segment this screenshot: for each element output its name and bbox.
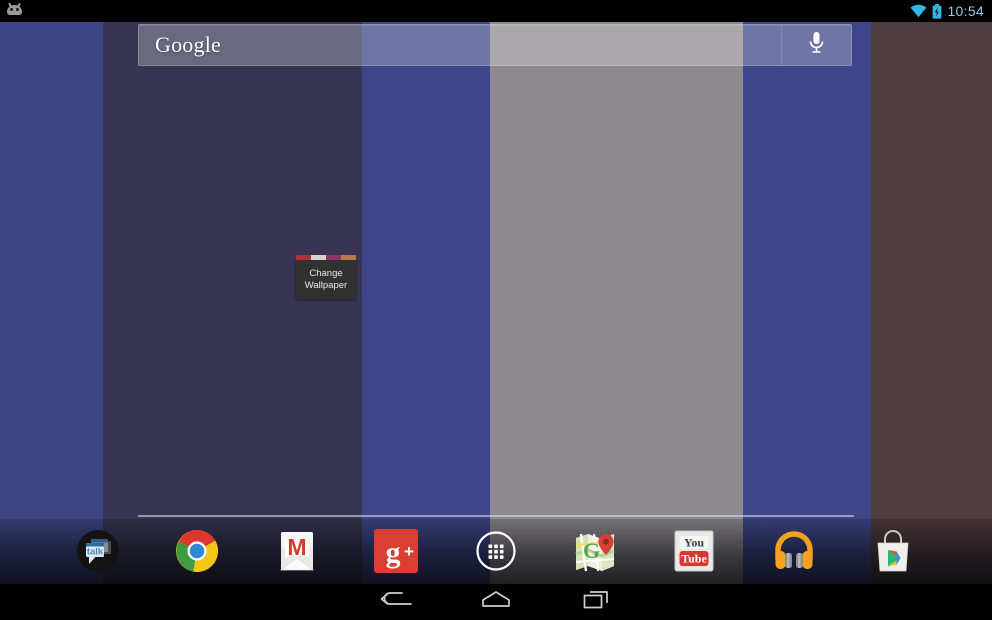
youtube-icon: You Tube [672,528,716,574]
google-plus-icon: g + [374,529,418,573]
band-brown [871,22,992,584]
nav-home-button[interactable] [461,584,531,620]
band-dark-navy [103,22,362,584]
android-head-icon [6,3,23,15]
dock-item-google-plus[interactable]: g + [370,525,422,577]
system-status-area[interactable]: 10:54 [910,0,984,22]
svg-text:M: M [287,534,306,560]
strip-segment-0 [296,255,311,260]
home-icon [481,590,511,615]
svg-text:You: You [684,536,704,550]
change-wallpaper-line2: Wallpaper [305,280,347,292]
battery-charging-icon [932,4,942,19]
svg-text:G: G [583,538,600,563]
change-wallpaper-label-box: Change Wallpaper [296,260,356,299]
dock-divider [138,515,854,517]
status-clock: 10:54 [947,0,984,22]
voice-search-button[interactable] [781,25,851,65]
all-apps-icon [473,528,519,574]
back-arrow-icon [380,590,412,615]
strip-segment-1 [311,255,326,260]
dock-item-chrome[interactable] [171,525,223,577]
dock-item-youtube[interactable]: You Tube [668,525,720,577]
google-search-widget[interactable]: Google [138,24,852,66]
strip-segment-3 [341,255,356,260]
status-bar[interactable]: 10:54 [0,0,992,22]
nav-recent-button[interactable] [561,584,631,620]
dock-item-all-apps[interactable] [470,525,522,577]
chrome-icon [174,528,220,574]
microphone-icon [808,31,825,60]
dock-item-talk[interactable]: talk [72,525,124,577]
strip-segment-2 [326,255,341,260]
play-store-icon [871,528,915,574]
dock-item-gmail[interactable]: M [271,525,323,577]
talk-icon: talk [74,527,122,575]
gmail-icon: M [275,528,319,574]
svg-text:+: + [404,542,414,561]
band-indigo-left [0,22,103,584]
dock: talk [0,519,992,584]
svg-text:talk: talk [87,547,104,558]
change-wallpaper-line1: Change [309,268,342,280]
headphones-icon [771,529,817,573]
svg-text:g: g [386,536,401,569]
wallpaper-color-strip [296,255,356,260]
maps-icon: G [572,528,618,574]
wallpaper[interactable] [0,22,992,584]
dock-item-play-music[interactable] [768,525,820,577]
band-indigo-mid [362,22,490,584]
dock-item-maps[interactable]: G [569,525,621,577]
band-gray [490,22,743,584]
recent-apps-icon [583,590,609,615]
android-home-screen: Google Change Wallpaper [0,0,992,620]
navigation-bar [0,584,992,620]
nav-back-button[interactable] [361,584,431,620]
dock-item-play-store[interactable] [867,525,919,577]
change-wallpaper-widget[interactable]: Change Wallpaper [296,255,356,299]
search-brand-label: Google [155,32,221,58]
notification-area[interactable] [6,3,24,19]
band-indigo-right [743,22,871,584]
wifi-icon [910,4,927,18]
svg-text:Tube: Tube [681,552,707,566]
